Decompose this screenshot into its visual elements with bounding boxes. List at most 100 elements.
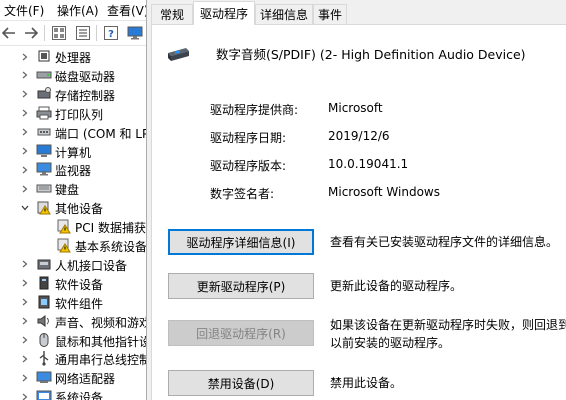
tree-category-item[interactable]: 端口 (COM 和 LPT) bbox=[0, 123, 146, 142]
warning-device-icon bbox=[56, 218, 72, 234]
tree-item-label: 端口 (COM 和 LPT) bbox=[55, 126, 146, 141]
chevron-right-icon[interactable] bbox=[20, 123, 30, 142]
properties-dialog: 常规 驱动程序 详细信息 事件 数字音频(S/PDIF) (2- High De… bbox=[146, 0, 566, 400]
tree-category-item[interactable]: 磁盘驱动器 bbox=[0, 66, 146, 85]
tree-category-item[interactable]: 通用串行总线控制器 bbox=[0, 349, 146, 368]
tree-category-item[interactable]: 系统设备 bbox=[0, 387, 146, 400]
chevron-right-icon[interactable] bbox=[20, 349, 30, 368]
tree-item-label: 基本系统设备 bbox=[75, 240, 146, 254]
system-device-icon bbox=[36, 388, 52, 400]
tree-item-label: 鼠标和其他指针设备 bbox=[55, 334, 146, 349]
toolbar-separator bbox=[44, 25, 45, 41]
usb-icon bbox=[36, 350, 52, 366]
keyboard-icon bbox=[36, 180, 52, 196]
chevron-right-icon[interactable] bbox=[20, 142, 30, 161]
tree-item-label: 人机接口设备 bbox=[55, 258, 128, 273]
menu-action[interactable]: 操作(A) bbox=[57, 2, 99, 19]
tree-item-label: 网络适配器 bbox=[55, 372, 116, 387]
tree-child-item[interactable]: PCI 数据捕获和信号处理控制器 bbox=[0, 217, 146, 236]
tree-category-item[interactable]: 鼠标和其他指针设备 bbox=[0, 331, 146, 350]
tree-item-label: 其他设备 bbox=[55, 202, 104, 217]
chevron-right-icon[interactable] bbox=[20, 387, 30, 400]
tree-category-item[interactable]: 存储控制器 bbox=[0, 85, 146, 104]
digital-signer-label: 数字签名者: bbox=[210, 187, 275, 201]
chevron-down-icon[interactable] bbox=[20, 198, 30, 217]
tree-item-label: 存储控制器 bbox=[55, 88, 116, 103]
monitor-icon bbox=[36, 161, 52, 177]
list-icon[interactable] bbox=[74, 24, 92, 42]
tab-events[interactable]: 事件 bbox=[313, 4, 347, 24]
tree-item-label: 打印队列 bbox=[55, 107, 104, 122]
tree-item-label: 磁盘驱动器 bbox=[55, 69, 116, 84]
chevron-right-icon[interactable] bbox=[20, 104, 30, 123]
mouse-icon bbox=[36, 332, 52, 348]
tree-item-label: 键盘 bbox=[55, 183, 80, 198]
rollback-driver-desc-line1: 如果该设备在更新驱动程序时失败，则回退到 bbox=[330, 318, 566, 332]
driver-date-value: 2019/12/6 bbox=[328, 129, 390, 143]
tab-general[interactable]: 常规 bbox=[151, 4, 193, 24]
tree-category-item[interactable]: 其他设备 bbox=[0, 198, 146, 217]
chevron-right-icon[interactable] bbox=[20, 85, 30, 104]
properties-grid-icon[interactable] bbox=[50, 24, 68, 42]
tree-child-item[interactable]: 基本系统设备 bbox=[0, 236, 146, 255]
menu-view[interactable]: 查看(V) bbox=[107, 2, 146, 19]
driver-provider-label: 驱动程序提供商: bbox=[210, 103, 299, 117]
disk-drive-icon bbox=[36, 67, 52, 83]
tab-details[interactable]: 详细信息 bbox=[255, 4, 313, 24]
svg-text:?: ? bbox=[108, 29, 114, 40]
tree-category-item[interactable]: 人机接口设备 bbox=[0, 255, 146, 274]
tree-item-label: 声音、视频和游戏控制器 bbox=[55, 315, 146, 330]
disable-device-button[interactable]: 禁用设备(D) bbox=[168, 370, 314, 396]
update-driver-button[interactable]: 更新驱动程序(P) bbox=[168, 273, 314, 299]
tree-category-item[interactable]: 打印队列 bbox=[0, 104, 146, 123]
disable-device-desc: 禁用此设备。 bbox=[330, 376, 403, 390]
driver-details-button[interactable]: 驱动程序详细信息(I) bbox=[168, 229, 314, 255]
toolbar-separator bbox=[96, 25, 97, 41]
device-manager-window: 文件(F) 操作(A) 查看(V) ? 处理器磁盘驱动器存储控制器打印队列端口 … bbox=[0, 0, 146, 400]
tree-category-item[interactable]: 软件设备 bbox=[0, 274, 146, 293]
audio-device-icon bbox=[166, 45, 190, 65]
chevron-right-icon[interactable] bbox=[20, 179, 30, 198]
tab-driver[interactable]: 驱动程序 bbox=[193, 1, 255, 25]
tree-item-label: 计算机 bbox=[55, 145, 92, 160]
tree-category-item[interactable]: 处理器 bbox=[0, 47, 146, 66]
rollback-driver-desc-line2: 以前安装的驱动程序。 bbox=[330, 336, 451, 350]
sound-icon bbox=[36, 313, 52, 329]
tree-item-label: 软件组件 bbox=[55, 296, 104, 311]
menu-bar: 文件(F) 操作(A) 查看(V) bbox=[0, 0, 146, 20]
tree-category-item[interactable]: 监视器 bbox=[0, 160, 146, 179]
monitor-icon[interactable] bbox=[126, 24, 144, 42]
chevron-right-icon[interactable] bbox=[20, 66, 30, 85]
driver-version-value: 10.0.19041.1 bbox=[328, 157, 409, 171]
tree-item-label: 处理器 bbox=[55, 51, 92, 65]
tree-category-item[interactable]: 键盘 bbox=[0, 179, 146, 198]
tree-category-item[interactable]: 网络适配器 bbox=[0, 368, 146, 387]
menu-file[interactable]: 文件(F) bbox=[4, 2, 44, 19]
arrow-right-icon[interactable] bbox=[22, 24, 40, 42]
chevron-right-icon[interactable] bbox=[20, 312, 30, 331]
chevron-right-icon[interactable] bbox=[20, 293, 30, 312]
network-adapter-icon bbox=[36, 369, 52, 385]
warning-device-icon bbox=[56, 237, 72, 253]
chevron-right-icon[interactable] bbox=[20, 368, 30, 387]
driver-tab-panel: 数字音频(S/PDIF) (2- High Definition Audio D… bbox=[151, 24, 566, 400]
chevron-right-icon[interactable] bbox=[20, 160, 30, 179]
tree-category-item[interactable]: 软件组件 bbox=[0, 293, 146, 312]
storage-controller-icon bbox=[36, 86, 52, 102]
tree-category-item[interactable]: 声音、视频和游戏控制器 bbox=[0, 312, 146, 331]
other-devices-warning-icon bbox=[36, 199, 52, 215]
update-driver-desc: 更新此设备的驱动程序。 bbox=[330, 279, 463, 293]
processor-icon bbox=[36, 48, 52, 64]
port-icon bbox=[36, 124, 52, 140]
chevron-right-icon[interactable] bbox=[20, 331, 30, 350]
arrow-left-icon[interactable] bbox=[0, 24, 18, 42]
rollback-driver-button[interactable]: 回退驱动程序(R) bbox=[168, 320, 314, 346]
printer-icon bbox=[36, 105, 52, 121]
chevron-right-icon[interactable] bbox=[20, 274, 30, 293]
tree-category-item[interactable]: 计算机 bbox=[0, 142, 146, 161]
driver-details-desc: 查看有关已安装驱动程序文件的详细信息。 bbox=[330, 235, 559, 249]
chevron-right-icon[interactable] bbox=[20, 47, 30, 66]
help-icon[interactable]: ? bbox=[102, 24, 120, 42]
computer-icon bbox=[36, 143, 52, 159]
chevron-right-icon[interactable] bbox=[20, 255, 30, 274]
